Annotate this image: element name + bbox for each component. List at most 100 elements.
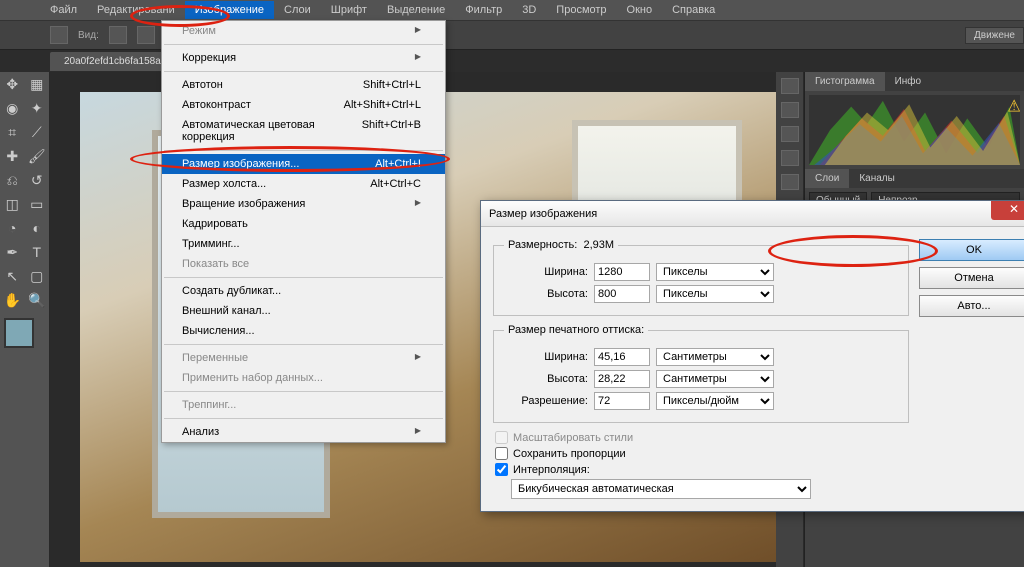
- dialog-titlebar[interactable]: Размер изображения ✕: [481, 201, 1024, 227]
- menu-item[interactable]: Кадрировать: [162, 214, 445, 234]
- dim-value: 2,93M: [583, 239, 614, 251]
- brush-tool[interactable]: 🖌: [26, 145, 49, 167]
- menu-select[interactable]: Выделение: [377, 1, 455, 19]
- options-bar: Вид: Шир.: ⇄ Выс.: Уточн. край... Движен…: [0, 20, 1024, 50]
- move-tool[interactable]: ✥: [1, 73, 24, 95]
- marquee-tool[interactable]: ▦: [26, 73, 49, 95]
- ok-button[interactable]: OK: [919, 239, 1024, 261]
- dim-label: Размерность:: [508, 239, 577, 251]
- menu-item[interactable]: Автоматическая цветовая коррекцияShift+C…: [162, 115, 445, 147]
- pen-tool[interactable]: ✒: [1, 241, 24, 263]
- panel-icon[interactable]: [781, 102, 799, 118]
- print-size-group: Размер печатного оттиска: Ширина: Сантим…: [493, 324, 909, 423]
- toolbox: ✥▦ ◉✦ ⌗⟋ ✚🖌 ⎌↺ ◫▭ ◔◐ ✒T ↖▢ ✋🔍: [0, 72, 50, 567]
- menu-window[interactable]: Окно: [617, 1, 663, 19]
- shape-tool[interactable]: ▢: [26, 265, 49, 287]
- menu-item[interactable]: Анализ: [162, 422, 445, 442]
- motion-button[interactable]: Движене: [965, 27, 1024, 44]
- history-tool[interactable]: ↺: [26, 169, 49, 191]
- height-input[interactable]: [594, 285, 650, 303]
- menu-item[interactable]: Вращение изображения: [162, 194, 445, 214]
- menu-view[interactable]: Просмотр: [546, 1, 616, 19]
- dialog-title: Размер изображения: [489, 208, 597, 220]
- view-mode-2-icon[interactable]: [137, 26, 155, 44]
- tool-preset-icon[interactable]: [50, 26, 68, 44]
- panel-icon[interactable]: [781, 78, 799, 94]
- menu-image[interactable]: Изображение: [185, 1, 274, 19]
- lasso-tool[interactable]: ◉: [1, 97, 24, 119]
- zoom-tool[interactable]: 🔍: [26, 289, 49, 311]
- menu-item: Треппинг...: [162, 395, 445, 415]
- wand-tool[interactable]: ✦: [26, 97, 49, 119]
- width-unit[interactable]: Пикселы: [656, 263, 774, 281]
- menu-item: Переменные: [162, 348, 445, 368]
- resolution-label: Разрешение:: [504, 395, 588, 407]
- height-label: Высота:: [504, 288, 588, 300]
- menu-item[interactable]: Тримминг...: [162, 234, 445, 254]
- print-height-input[interactable]: [594, 370, 650, 388]
- panel-icon[interactable]: [781, 126, 799, 142]
- eraser-tool[interactable]: ◫: [1, 193, 24, 215]
- close-button[interactable]: ✕: [991, 201, 1024, 220]
- layers-tabs: Слои Каналы: [805, 169, 1024, 188]
- menu-filter[interactable]: Фильтр: [455, 1, 512, 19]
- menu-3d[interactable]: 3D: [512, 1, 546, 19]
- menu-item[interactable]: Коррекция: [162, 48, 445, 68]
- width-input[interactable]: [594, 263, 650, 281]
- image-menu-dropdown: Режим Коррекция АвтотонShift+Ctrl+LАвтокон…: [161, 20, 446, 443]
- crop-tool[interactable]: ⌗: [1, 121, 24, 143]
- menu-item[interactable]: Размер холста...Alt+Ctrl+C: [162, 174, 445, 194]
- menu-help[interactable]: Справка: [662, 1, 725, 19]
- interpolation-check[interactable]: Интерполяция:: [495, 463, 907, 476]
- color-swatch[interactable]: [4, 318, 34, 348]
- menu-item: Режим: [162, 21, 445, 41]
- tab-layers[interactable]: Слои: [805, 169, 849, 188]
- menu-item[interactable]: АвтотонShift+Ctrl+L: [162, 75, 445, 95]
- menu-layers[interactable]: Слои: [274, 1, 321, 19]
- height-unit[interactable]: Пикселы: [656, 285, 774, 303]
- view-mode-1-icon[interactable]: [109, 26, 127, 44]
- hand-tool[interactable]: ✋: [1, 289, 24, 311]
- menu-item[interactable]: Размер изображения...Alt+Ctrl+I: [162, 154, 445, 174]
- resolution-input[interactable]: [594, 392, 650, 410]
- print-width-unit[interactable]: Сантиметры: [656, 348, 774, 366]
- pixel-dimensions-group: Размерность: 2,93M Ширина: Пикселы Высот…: [493, 239, 909, 316]
- menu-edit[interactable]: Редактировани: [87, 1, 185, 19]
- menubar: Файл Редактировани Изображение Слои Шриф…: [0, 0, 1024, 20]
- panel-icon[interactable]: [781, 174, 799, 190]
- menu-item[interactable]: АвтоконтрастAlt+Shift+Ctrl+L: [162, 95, 445, 115]
- menu-item: Показать все: [162, 254, 445, 274]
- stamp-tool[interactable]: ⎌: [1, 169, 24, 191]
- image-size-dialog: Размер изображения ✕ Размерность: 2,93M …: [480, 200, 1024, 512]
- tab-info[interactable]: Инфо: [885, 72, 932, 91]
- path-tool[interactable]: ↖: [1, 265, 24, 287]
- menu-item[interactable]: Создать дубликат...: [162, 281, 445, 301]
- view-label: Вид:: [78, 30, 99, 41]
- menu-file[interactable]: Файл: [40, 1, 87, 19]
- gradient-tool[interactable]: ▭: [26, 193, 49, 215]
- tab-channels[interactable]: Каналы: [849, 169, 905, 188]
- tab-label: 20a0f2efd1cb6fa158a...: [64, 56, 169, 67]
- panel-icon[interactable]: [781, 150, 799, 166]
- menu-item[interactable]: Внешний канал...: [162, 301, 445, 321]
- tab-histogram[interactable]: Гистограмма: [805, 72, 885, 91]
- auto-button[interactable]: Авто...: [919, 295, 1024, 317]
- print-width-input[interactable]: [594, 348, 650, 366]
- interpolation-select[interactable]: Бикубическая автоматическая: [511, 479, 811, 499]
- print-height-unit[interactable]: Сантиметры: [656, 370, 774, 388]
- heal-tool[interactable]: ✚: [1, 145, 24, 167]
- menu-type[interactable]: Шрифт: [321, 1, 377, 19]
- eyedropper-tool[interactable]: ⟋: [26, 121, 49, 143]
- keep-proportions-check[interactable]: Сохранить пропорции: [495, 447, 907, 460]
- print-legend: Размер печатного оттиска:: [504, 324, 648, 336]
- width-label: Ширина:: [504, 266, 588, 278]
- print-height-label: Высота:: [504, 373, 588, 385]
- document-tabs: 20a0f2efd1cb6fa158a... ×: [0, 50, 1024, 72]
- menu-item[interactable]: Вычисления...: [162, 321, 445, 341]
- cancel-button[interactable]: Отмена: [919, 267, 1024, 289]
- resolution-unit[interactable]: Пикселы/дюйм: [656, 392, 774, 410]
- blur-tool[interactable]: ◔: [1, 217, 24, 239]
- dodge-tool[interactable]: ◐: [26, 217, 49, 239]
- type-tool[interactable]: T: [26, 241, 49, 263]
- histogram-tabs: Гистограмма Инфо: [805, 72, 1024, 91]
